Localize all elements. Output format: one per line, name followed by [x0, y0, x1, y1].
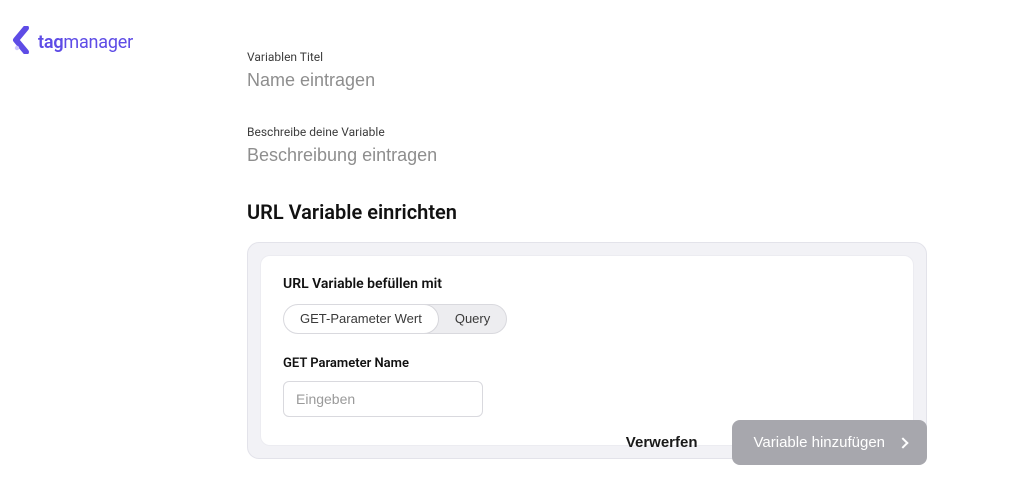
footer-actions: Verwerfen Variable hinzufügen	[620, 420, 927, 465]
brand-logo: tagmanager	[12, 26, 133, 58]
variable-desc-input[interactable]	[247, 145, 927, 166]
variable-title-label: Variablen Titel	[247, 50, 927, 64]
add-variable-button[interactable]: Variable hinzufügen	[732, 420, 927, 465]
variable-desc-field: Beschreibe deine Variable	[247, 125, 927, 166]
brand-name-bold: tag	[38, 32, 63, 53]
variable-title-input[interactable]	[247, 70, 927, 91]
fill-mode-toggle: GET-Parameter Wert Query	[283, 304, 507, 334]
pill-query[interactable]: Query	[439, 305, 506, 333]
get-param-name-label: GET Parameter Name	[283, 356, 891, 371]
variable-desc-label: Beschreibe deine Variable	[247, 125, 927, 139]
config-inner: URL Variable befüllen mit GET-Parameter …	[260, 255, 914, 446]
get-param-name-input[interactable]	[283, 381, 483, 417]
pill-get-parameter-wert[interactable]: GET-Parameter Wert	[283, 304, 439, 334]
fill-with-label: URL Variable befüllen mit	[283, 276, 891, 292]
chevron-right-icon	[897, 437, 908, 448]
brand-name: tagmanager	[38, 32, 133, 53]
add-variable-button-label: Variable hinzufügen	[754, 434, 885, 451]
brand-name-thin: manager	[63, 32, 133, 53]
logo-mark-icon	[12, 26, 32, 58]
discard-button[interactable]: Verwerfen	[620, 422, 704, 463]
section-heading: URL Variable einrichten	[247, 200, 927, 224]
variable-title-field: Variablen Titel	[247, 50, 927, 91]
